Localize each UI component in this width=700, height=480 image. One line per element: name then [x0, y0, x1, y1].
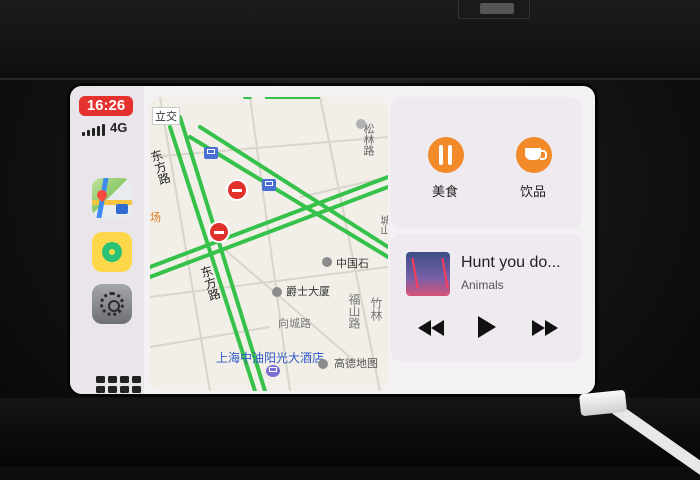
map-label-fushan-road: 福山路 — [347, 293, 361, 329]
map-label-jueshi: 爵士大厦 — [286, 286, 330, 298]
map-label-zhulin-road: 竹林 — [369, 297, 383, 321]
poi-icon — [272, 287, 282, 297]
maps-app-icon[interactable] — [92, 178, 132, 218]
fork-knife-icon — [439, 145, 443, 165]
fork-knife-icon-part — [448, 145, 452, 165]
road-closed-icon — [226, 179, 248, 201]
coffee-cup-icon — [525, 148, 547, 160]
bus-stop-icon — [262, 179, 276, 191]
drinks-label: 饮品 — [520, 184, 547, 199]
artist-name: Animals — [461, 278, 504, 292]
map-roads — [150, 97, 388, 391]
map-label-chang: 场 — [150, 212, 161, 224]
dashboard-top-panel — [0, 0, 700, 80]
map-label-hotel: 上海中油阳光大酒店 — [216, 351, 325, 365]
road-closed-icon — [208, 221, 230, 243]
status-time: 16:26 — [79, 96, 133, 116]
fast-forward-icon[interactable] — [530, 318, 560, 338]
settings-app-icon[interactable] — [92, 284, 132, 324]
app-grid-icon[interactable] — [96, 376, 141, 394]
rewind-icon[interactable] — [416, 318, 446, 338]
song-title: Hunt you do... — [461, 254, 561, 271]
play-icon[interactable] — [476, 314, 498, 340]
map-label-gaode: 高德地图 — [334, 358, 378, 370]
album-art[interactable] — [406, 252, 450, 296]
now-playing-tile[interactable]: Hunt you do... Animals — [390, 234, 582, 362]
bus-stop-icon — [204, 147, 218, 159]
map-tile[interactable]: 立交 东方路 东方路 场 松林路 中国石 爵士大厦 向城路 福山路 竹林 城山 … — [150, 97, 388, 391]
food-button[interactable] — [428, 137, 464, 173]
network-type: 4G — [110, 120, 128, 135]
music-app-icon[interactable] — [92, 232, 132, 272]
poi-icon — [322, 257, 332, 267]
poi-icon — [318, 359, 328, 369]
dashboard-slot-insert — [480, 3, 514, 14]
map-label-lijiao: 立交 — [152, 107, 180, 125]
food-label: 美食 — [432, 184, 459, 199]
map-label-chengshan: 城山 — [378, 215, 388, 235]
food-suggestion-tile: 美食 饮品 — [390, 97, 582, 229]
carplay-sidebar: 16:26 4G — [70, 86, 144, 394]
map-label-xiangcheng-road: 向城路 — [278, 318, 311, 330]
poi-icon — [356, 119, 366, 129]
hotel-icon — [266, 365, 280, 377]
carplay-screen: 16:26 4G 立交 东方路 东方路 场 松林路 中国石 爵士大厦 向城路 福… — [70, 86, 595, 394]
drinks-button[interactable] — [516, 137, 552, 173]
map-label-zhongguo: 中国石 — [336, 258, 369, 270]
signal-strength-icon — [82, 124, 110, 136]
